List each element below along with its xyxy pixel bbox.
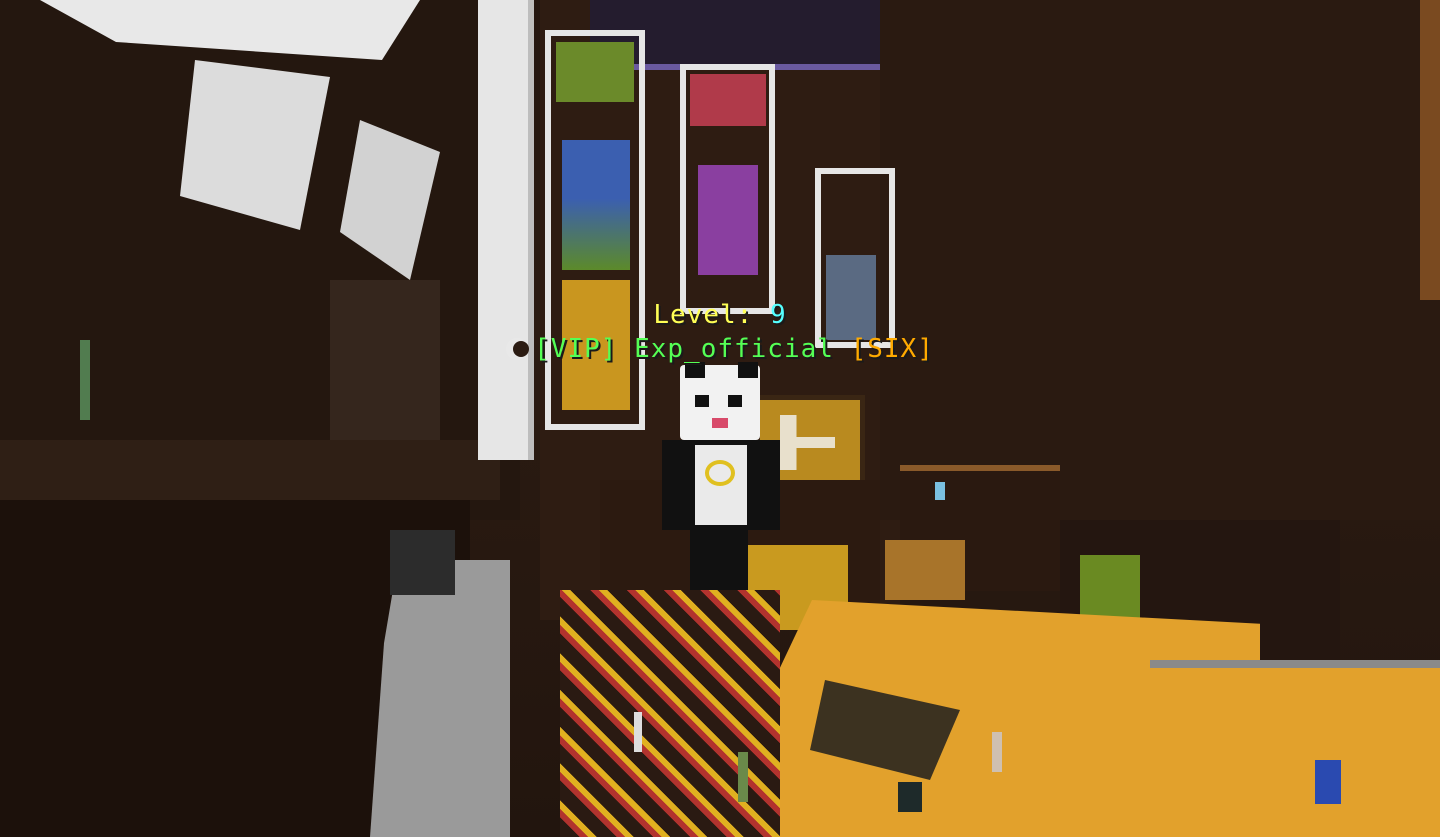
level-label: Level: <box>653 300 770 330</box>
player-name: Exp_official <box>634 334 834 364</box>
distant-npc-2[interactable] <box>738 752 748 802</box>
banner-red-top <box>690 74 766 126</box>
right-wall-orange-trim <box>1420 0 1440 300</box>
distant-npc-5[interactable] <box>935 482 945 500</box>
npc-panda-emblem <box>705 460 735 486</box>
game-viewport: Level: 9 [VIP] Exp_official [SIX] <box>0 0 1440 837</box>
distant-npc-1[interactable] <box>634 712 642 752</box>
level-value: 9 <box>769 300 787 330</box>
rank-tag: [VIP] <box>534 334 618 364</box>
quartz-column <box>478 0 534 460</box>
crescent-moon-icon <box>506 338 530 360</box>
npc-name-tag: [VIP] Exp_official [SIX] <box>0 334 1440 364</box>
distant-npc-4[interactable] <box>1315 760 1341 804</box>
npc-panda-eye-right <box>728 395 742 407</box>
crafting-stand[interactable] <box>885 540 965 600</box>
distant-npc-3[interactable] <box>992 732 1002 772</box>
banner-blue <box>562 140 630 270</box>
held-item-top-block <box>390 530 455 595</box>
npc-panda-ear-right <box>738 362 758 378</box>
left-balcony-rail <box>0 440 500 500</box>
banner-green-top <box>556 42 634 102</box>
npc-panda-mouth <box>712 418 728 428</box>
distant-box <box>898 782 922 812</box>
right-wall <box>880 0 1440 520</box>
banner-purple <box>698 165 758 275</box>
npc-level-tag: Level: 9 <box>0 300 1440 330</box>
guild-tag: [SIX] <box>850 334 934 364</box>
npc-panda-eye-left <box>695 395 709 407</box>
right-gold-platform <box>1150 660 1440 837</box>
npc-panda-ear-left <box>685 362 705 378</box>
